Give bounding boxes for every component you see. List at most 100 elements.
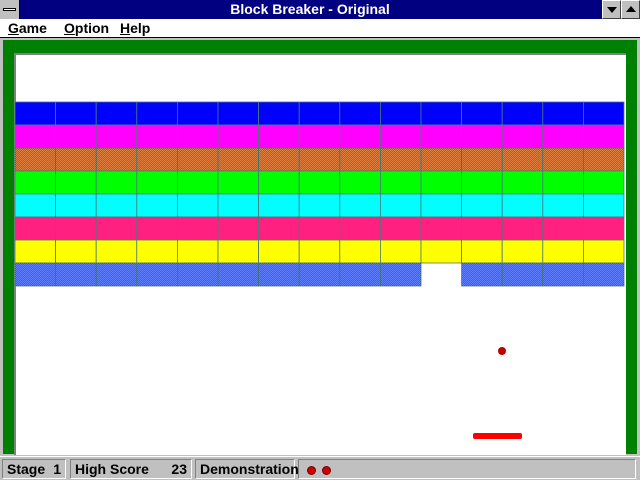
mode-text: Demonstration (200, 461, 299, 477)
brick (339, 124, 381, 149)
brick (542, 101, 584, 126)
brick (542, 170, 584, 195)
menu-option[interactable]: Option (64, 19, 109, 37)
brick (55, 193, 97, 218)
game-board (14, 101, 625, 439)
brick (339, 216, 381, 241)
brick (583, 193, 625, 218)
brick (339, 239, 381, 264)
minimize-button[interactable] (602, 0, 621, 19)
brick (461, 239, 503, 264)
brick-texture (136, 263, 178, 286)
high-score-value: 23 (171, 461, 187, 477)
brick-texture (380, 148, 421, 171)
stage-value: 1 (53, 461, 61, 477)
brick (258, 193, 300, 218)
brick-texture (177, 263, 218, 286)
system-menu-icon (3, 8, 16, 11)
brick (298, 216, 341, 241)
brick (298, 124, 341, 149)
brick (583, 216, 625, 241)
brick (136, 170, 178, 195)
window-title: Block Breaker - Original (230, 1, 390, 17)
brick (501, 193, 544, 218)
brick (542, 124, 584, 149)
brick (14, 193, 56, 218)
brick-texture (15, 263, 56, 286)
brick (95, 170, 138, 195)
maximize-button[interactable] (621, 0, 640, 19)
brick (258, 239, 300, 264)
brick (258, 101, 300, 126)
brick (583, 239, 625, 264)
brick (95, 239, 138, 264)
brick-texture (502, 263, 543, 286)
brick-texture (258, 263, 300, 286)
brick (95, 124, 138, 149)
brick-texture (339, 263, 381, 286)
brick (14, 216, 56, 241)
brick (217, 101, 259, 126)
brick-texture (177, 148, 218, 171)
brick (176, 124, 219, 149)
brick (217, 239, 259, 264)
brick (583, 101, 625, 126)
brick-texture (502, 148, 543, 171)
brick (379, 101, 422, 126)
brick (14, 101, 56, 126)
high-score-label: High Score (75, 461, 149, 477)
brick (55, 101, 97, 126)
brick (379, 216, 422, 241)
brick (298, 239, 341, 264)
life-icon (322, 466, 331, 475)
brick-texture (542, 263, 584, 286)
minimize-arrow-icon (607, 7, 617, 13)
menu-help[interactable]: Help (120, 19, 150, 37)
brick (176, 216, 219, 241)
brick (217, 193, 259, 218)
stage-label: Stage (7, 461, 46, 477)
stage-panel: Stage 1 (2, 459, 66, 479)
brick-texture (380, 263, 421, 286)
brick (298, 193, 341, 218)
brick (55, 216, 97, 241)
brick (583, 124, 625, 149)
brick (420, 101, 462, 126)
brick (461, 124, 503, 149)
brick (379, 170, 422, 195)
brick (136, 101, 178, 126)
brick (501, 239, 544, 264)
brick (542, 216, 584, 241)
brick-texture (55, 148, 97, 171)
brick-texture (461, 148, 503, 171)
brick (136, 239, 178, 264)
brick (501, 101, 544, 126)
brick (217, 216, 259, 241)
brick (95, 216, 138, 241)
brick (339, 170, 381, 195)
brick-texture (421, 148, 462, 171)
brick (258, 170, 300, 195)
brick (176, 101, 219, 126)
brick (298, 101, 341, 126)
system-menu-button[interactable] (0, 0, 20, 19)
brick-texture (583, 263, 624, 286)
status-bar: Stage 1 High Score 23 Demonstration (0, 456, 640, 480)
brick (339, 193, 381, 218)
menu-bar: Game Option Help (0, 19, 640, 38)
brick (420, 193, 462, 218)
mode-panel: Demonstration (195, 459, 299, 479)
brick (542, 193, 584, 218)
brick (461, 101, 503, 126)
brick-texture (299, 263, 340, 286)
brick (339, 101, 381, 126)
brick (55, 124, 97, 149)
brick-texture (339, 148, 381, 171)
brick (501, 170, 544, 195)
brick-texture (218, 263, 259, 286)
menu-game[interactable]: Game (8, 19, 47, 37)
brick-texture (258, 148, 300, 171)
brick-texture (15, 148, 56, 171)
brick (461, 193, 503, 218)
brick-texture (542, 148, 584, 171)
